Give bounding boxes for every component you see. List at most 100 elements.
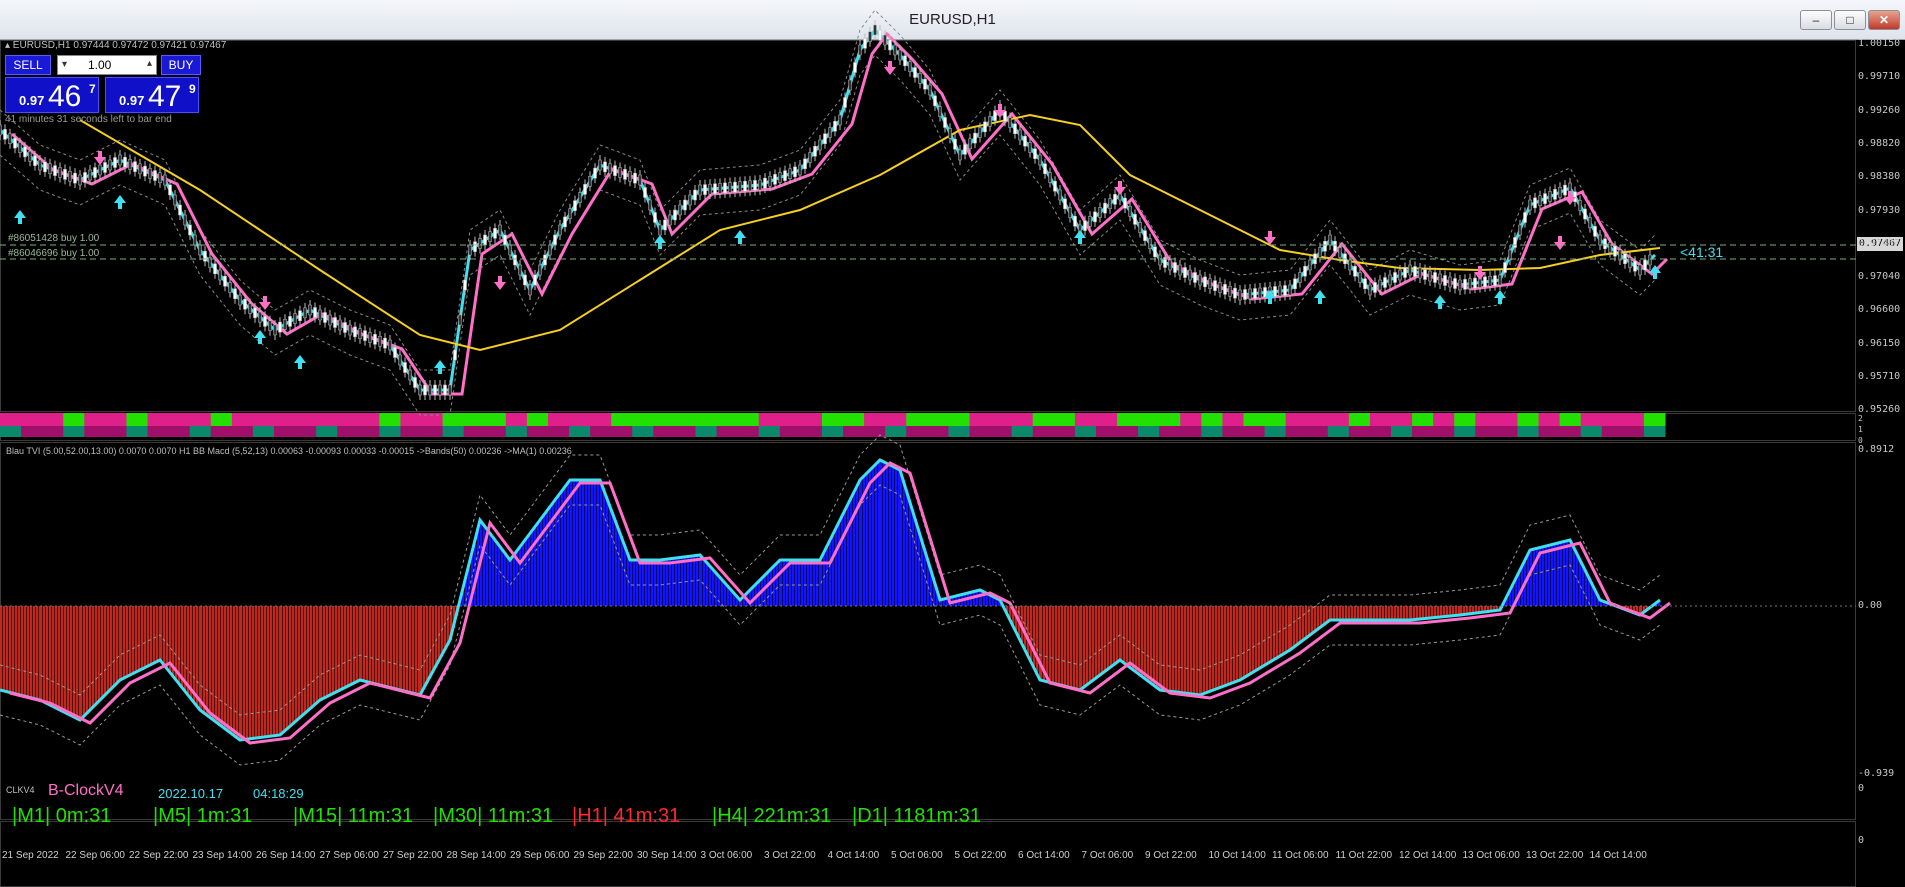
candle-body (809, 153, 812, 163)
order-label-2[interactable]: #86046696 buy 1.00 (8, 248, 99, 259)
histogram-bar (492, 536, 494, 606)
candle-body (509, 245, 512, 255)
histogram-bar (1425, 606, 1427, 619)
sell-price-button[interactable]: 0.97 46 7 (5, 77, 99, 113)
strip-bar-top (632, 413, 654, 426)
candle-body (1414, 267, 1417, 277)
lot-value[interactable]: 1.00 (88, 58, 111, 72)
histogram-bar (184, 606, 186, 690)
histogram-bar (909, 499, 911, 606)
histogram-bar (320, 606, 322, 700)
strip-bar-bottom (1054, 426, 1076, 437)
histogram-bar (606, 496, 608, 606)
strip-bar-bottom (105, 426, 127, 437)
histogram-bar (273, 606, 275, 736)
histogram-bar (1299, 606, 1301, 643)
candle-body (1559, 187, 1562, 197)
candle-body (299, 311, 302, 321)
order-label-1[interactable]: #86051428 buy 1.00 (8, 233, 99, 244)
histogram-bar (660, 560, 662, 606)
strip-bar-bottom (569, 426, 591, 437)
histogram-bar (597, 480, 599, 606)
candle-body (1484, 277, 1487, 287)
histogram-bar (872, 468, 874, 606)
candle-body (104, 163, 107, 173)
histogram-bar (1083, 606, 1085, 688)
candle-body (1584, 209, 1587, 219)
sell-button[interactable]: SELL (5, 55, 51, 75)
clock-title: B-ClockV4 (48, 782, 124, 800)
histogram-bar (483, 524, 485, 606)
histogram-bar (193, 606, 195, 701)
histogram-bar (706, 562, 708, 606)
candle-body (384, 338, 387, 348)
buy-arrow-icon (434, 360, 446, 374)
candle-body (1129, 206, 1132, 216)
lot-decrease-icon[interactable]: ▾ (62, 59, 67, 70)
histogram-bar (1252, 606, 1254, 673)
strip-bar-bottom (1117, 426, 1139, 437)
candle-body (684, 200, 687, 210)
histogram-bar (1073, 606, 1075, 688)
histogram-bar (1285, 606, 1287, 653)
histogram-bar (531, 532, 533, 606)
candle-body (1404, 268, 1407, 278)
candle-body (229, 283, 232, 293)
histogram-bar (304, 606, 306, 714)
histogram-bar (770, 570, 772, 606)
histogram-bar (52, 606, 54, 706)
candle-body (34, 156, 37, 166)
candle-body (879, 30, 882, 40)
histogram-bar (669, 559, 671, 606)
histogram-bar (801, 560, 803, 606)
strip-bar-bottom (822, 426, 844, 437)
histogram-bar (267, 606, 269, 737)
candle-body (1424, 270, 1427, 280)
time-label-21: 11 Oct 22:00 (1336, 850, 1393, 861)
histogram-bar (1360, 606, 1362, 620)
histogram-bar (1333, 606, 1335, 620)
strip-bar-bottom (190, 426, 212, 437)
buy-button[interactable]: BUY (161, 55, 201, 75)
strip-bar-top (674, 413, 696, 426)
histogram-bar (903, 480, 905, 606)
time-label-9: 29 Sep 22:00 (574, 850, 634, 861)
histogram-bar (203, 606, 205, 712)
buy-arrow-icon (1494, 290, 1506, 304)
strip-bar-top (443, 413, 465, 426)
histogram-bar (1542, 547, 1544, 606)
histogram-bar (709, 565, 711, 606)
candle-body (129, 159, 132, 169)
candle-body (524, 275, 527, 285)
candle-body (659, 225, 662, 235)
histogram-bar (1305, 606, 1307, 639)
candle-body (844, 98, 847, 108)
histogram-bar (243, 606, 245, 740)
histogram-bar (648, 560, 650, 606)
strip-bar-bottom (316, 426, 338, 437)
strip-bar-bottom (717, 426, 739, 437)
strip-bar-bottom (84, 426, 106, 437)
histogram-bar (375, 606, 377, 684)
strip-bar-bottom (969, 426, 991, 437)
histogram-bar (1410, 606, 1412, 620)
histogram-bar (826, 548, 828, 606)
histogram-bar (585, 480, 587, 606)
lot-size-input[interactable]: ▾ 1.00 ▴ (57, 55, 157, 75)
buy-price-button[interactable]: 0.97 47 9 (105, 77, 199, 113)
histogram-bar (18, 606, 20, 695)
candle-body (304, 308, 307, 318)
candle-body (1599, 235, 1602, 245)
candle-body (1104, 203, 1107, 213)
candle-body (1439, 274, 1442, 284)
candle-body (624, 169, 627, 179)
candle-body (234, 289, 237, 299)
histogram-bar (621, 536, 623, 606)
lot-increase-icon[interactable]: ▴ (147, 58, 152, 69)
candle-body (609, 164, 612, 174)
candle-body (1134, 214, 1137, 224)
price-label-0: 1.00150 (1858, 38, 1900, 49)
candle-body (1384, 278, 1387, 288)
candle-body (279, 322, 282, 332)
candle-body (1609, 243, 1612, 253)
